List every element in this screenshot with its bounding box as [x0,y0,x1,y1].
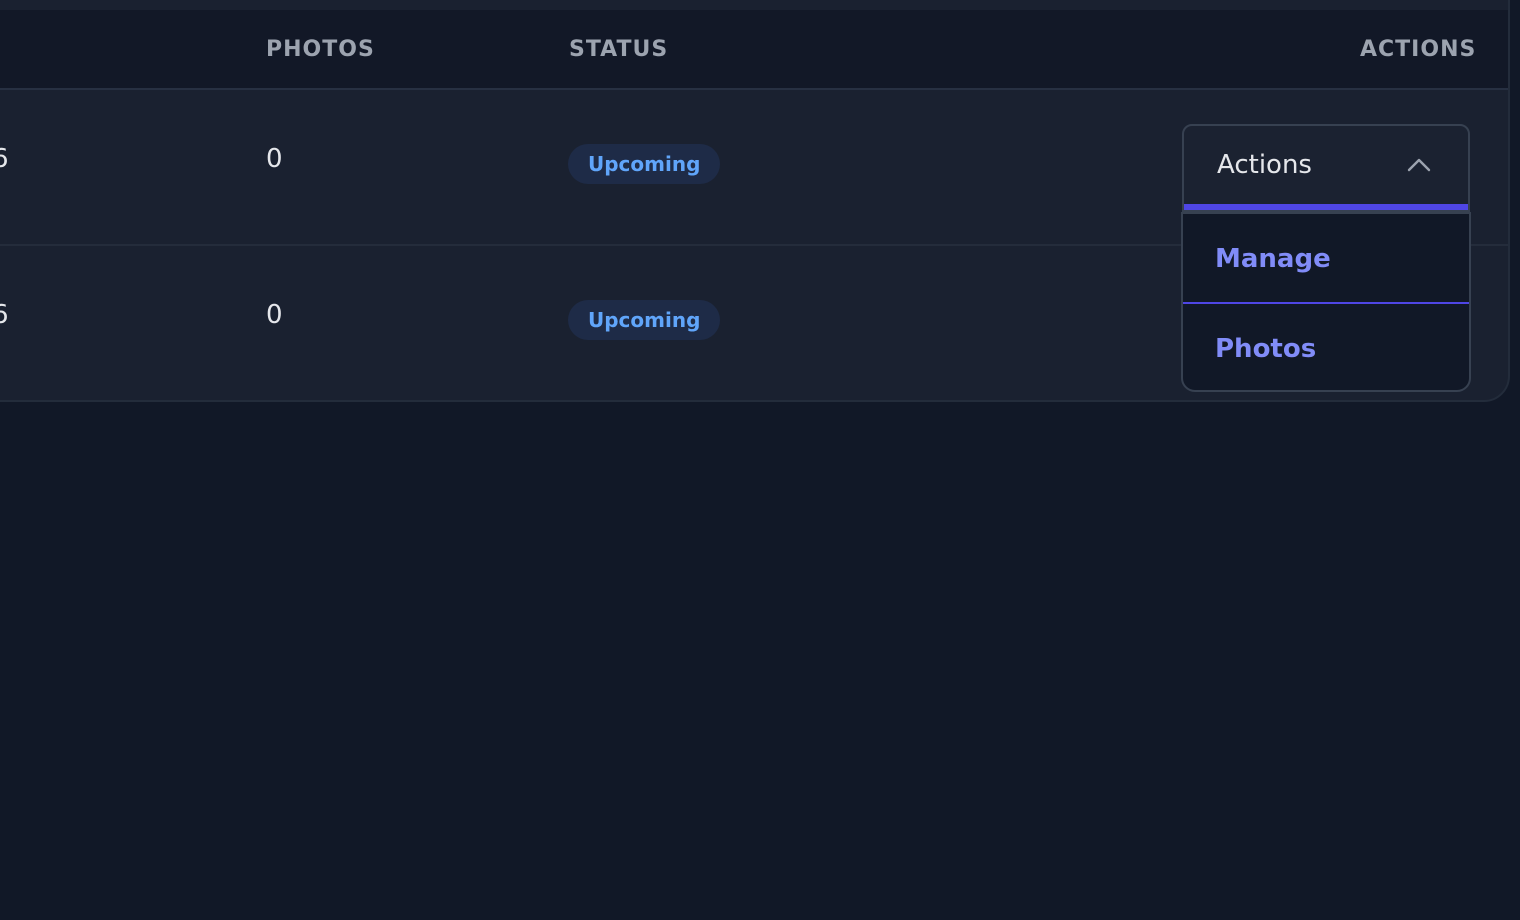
column-header-actions: ACTIONS [1360,37,1477,62]
column-header-status[interactable]: STATUS [569,10,668,90]
chevron-up-icon [1407,158,1431,172]
table-cell-photos: 0 [266,144,283,174]
table-cell-truncated: 6 [0,300,9,330]
table-header: PHOTOS STATUS ACTIONS [0,10,1508,90]
actions-dropdown-menu: Manage Photos [1181,212,1471,392]
table-cell-photos: 0 [266,300,283,330]
table-cell-truncated: 6 [0,144,9,174]
dropdown-active-indicator [1184,204,1468,210]
status-badge: Upcoming [568,300,721,340]
menu-item-manage[interactable]: Manage [1183,214,1469,304]
actions-dropdown-button[interactable]: Actions [1182,124,1470,212]
page: PHOTOS STATUS ACTIONS 6 0 Upcoming 6 0 U… [0,0,1520,920]
menu-item-photos[interactable]: Photos [1183,304,1469,390]
column-header-photos[interactable]: PHOTOS [266,10,375,90]
actions-dropdown-label: Actions [1217,150,1312,180]
status-badge: Upcoming [568,144,721,184]
